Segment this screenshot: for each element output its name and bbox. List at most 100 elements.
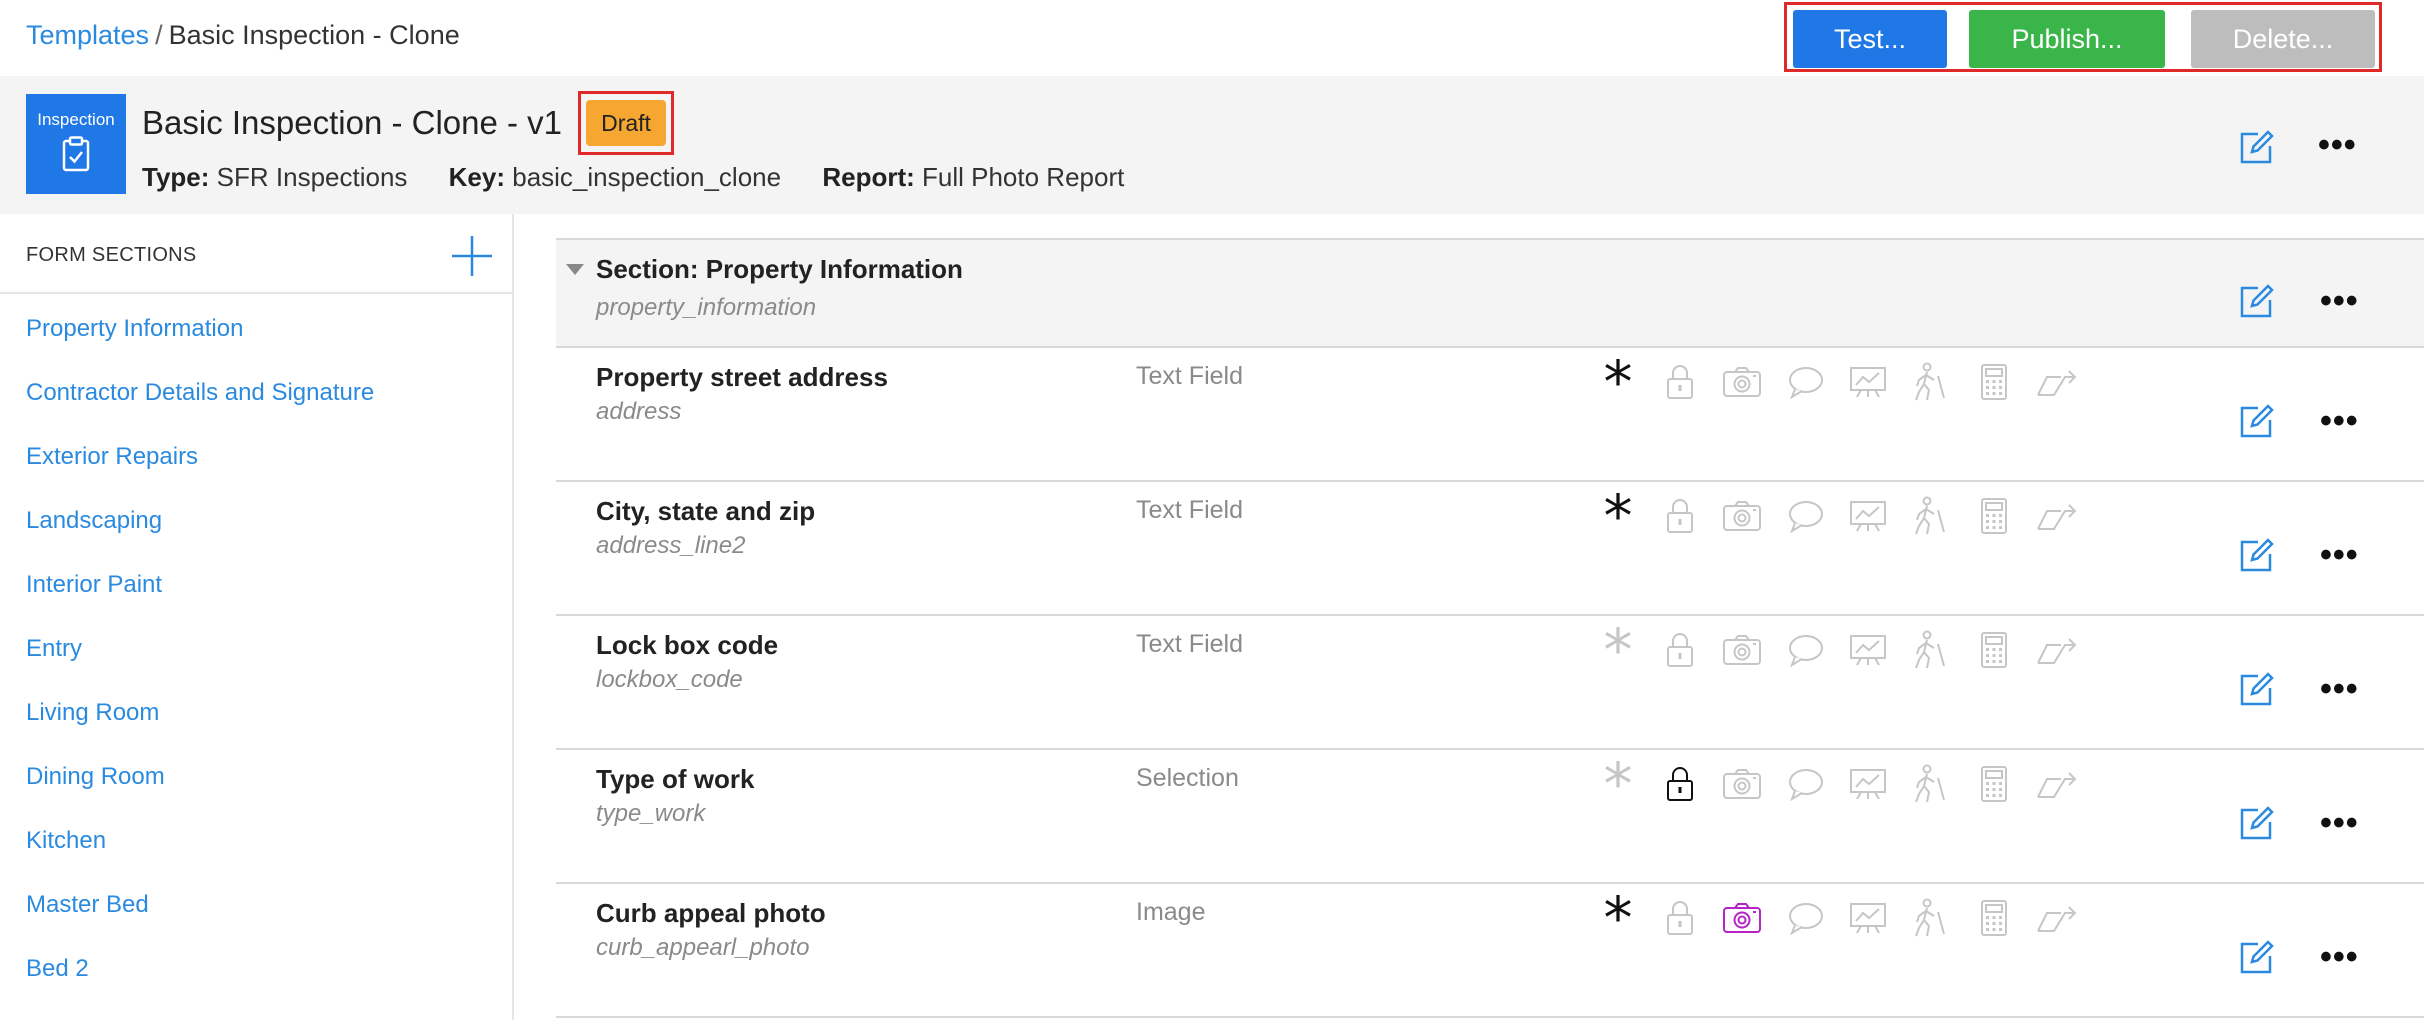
test-button[interactable]: Test... (1793, 10, 1947, 68)
camera-icon[interactable] (1720, 762, 1764, 806)
calculator-icon[interactable] (1972, 360, 2016, 404)
sidebar-item-contractor-details[interactable]: Contractor Details and Signature (0, 376, 514, 440)
chart-icon[interactable] (1846, 896, 1890, 940)
chart-icon[interactable] (1846, 494, 1890, 538)
template-icon-label: Inspection (37, 110, 115, 129)
form-sections-sidebar: FORM SECTIONS Property Information Contr… (0, 214, 514, 1020)
inspector-icon[interactable] (1908, 896, 1952, 940)
inspection-template-icon: Inspection (26, 94, 126, 194)
edit-field-icon[interactable] (2236, 938, 2276, 978)
camera-icon[interactable] (1720, 360, 1764, 404)
field-name: Type of work (596, 764, 755, 794)
sidebar-item-interior-paint[interactable]: Interior Paint (0, 568, 514, 632)
field-more-options-icon[interactable]: ••• (2320, 672, 2359, 706)
lock-icon[interactable] (1658, 896, 1702, 940)
key-value: basic_inspection_clone (512, 162, 782, 192)
comment-icon[interactable] (1784, 494, 1828, 538)
add-section-icon[interactable] (450, 234, 494, 278)
field-type: Text Field (1136, 362, 1243, 390)
sidebar-item-bed-2[interactable]: Bed 2 (0, 952, 514, 1016)
field-more-options-icon[interactable]: ••• (2320, 940, 2359, 974)
required-star-icon[interactable]: * (1596, 353, 1640, 411)
inspector-icon[interactable] (1908, 494, 1952, 538)
sidebar-item-entry[interactable]: Entry (0, 632, 514, 696)
sidebar-item-exterior-repairs[interactable]: Exterior Repairs (0, 440, 514, 504)
edit-field-icon[interactable] (2236, 804, 2276, 844)
comment-icon[interactable] (1784, 628, 1828, 672)
collapse-section-icon[interactable] (566, 264, 584, 275)
calculator-icon[interactable] (1972, 762, 2016, 806)
field-key: curb_appearl_photo (596, 934, 810, 961)
action-buttons-group: Test... Publish... Delete... (1784, 2, 2382, 72)
section-more-options-icon[interactable]: ••• (2320, 284, 2359, 318)
delete-button[interactable]: Delete... (2191, 10, 2375, 68)
sidebar-item-living-room[interactable]: Living Room (0, 696, 514, 760)
field-type: Image (1136, 898, 1206, 926)
sidebar-item-dining-room[interactable]: Dining Room (0, 760, 514, 824)
inspector-icon[interactable] (1908, 628, 1952, 672)
comment-icon[interactable] (1784, 360, 1828, 404)
sidebar-item-landscaping[interactable]: Landscaping (0, 504, 514, 568)
flag-icon[interactable] (2034, 628, 2078, 672)
required-star-icon[interactable]: * (1596, 487, 1640, 545)
sidebar-item-kitchen[interactable]: Kitchen (0, 824, 514, 888)
key-label: Key: (448, 162, 505, 192)
lock-icon[interactable] (1658, 360, 1702, 404)
inspector-icon[interactable] (1908, 360, 1952, 404)
chart-icon[interactable] (1846, 762, 1890, 806)
inspector-icon[interactable] (1908, 762, 1952, 806)
flag-icon[interactable] (2034, 494, 2078, 538)
comment-icon[interactable] (1784, 896, 1828, 940)
calculator-icon[interactable] (1972, 896, 2016, 940)
comment-icon[interactable] (1784, 762, 1828, 806)
calculator-icon[interactable] (1972, 494, 2016, 538)
field-row: Type of work type_work Selection * ••• (556, 750, 2424, 884)
required-star-icon[interactable]: * (1596, 889, 1640, 947)
camera-icon[interactable] (1720, 494, 1764, 538)
sidebar-heading: FORM SECTIONS (26, 244, 197, 266)
field-type: Selection (1136, 764, 1239, 792)
chart-icon[interactable] (1846, 360, 1890, 404)
lock-icon[interactable] (1658, 494, 1702, 538)
sidebar-item-master-bed[interactable]: Master Bed (0, 888, 514, 952)
field-key: lockbox_code (596, 666, 743, 693)
breadcrumb-current: Basic Inspection - Clone (168, 20, 460, 50)
field-row: Lock box code lockbox_code Text Field * ••• (556, 616, 2424, 750)
field-more-options-icon[interactable]: ••• (2320, 538, 2359, 572)
status-badge: Draft (586, 100, 666, 146)
breadcrumb-separator: / (155, 20, 163, 50)
lock-icon[interactable] (1658, 628, 1702, 672)
required-star-icon[interactable]: * (1596, 755, 1640, 813)
clipboard-icon (62, 136, 90, 172)
draft-highlight: Draft (578, 91, 674, 155)
field-name: Property street address (596, 362, 888, 392)
required-star-icon[interactable]: * (1596, 621, 1640, 679)
edit-field-icon[interactable] (2236, 536, 2276, 576)
sidebar-item-property-information[interactable]: Property Information (0, 312, 514, 376)
breadcrumb-templates-link[interactable]: Templates (26, 20, 149, 50)
camera-icon[interactable] (1720, 896, 1764, 940)
flag-icon[interactable] (2034, 762, 2078, 806)
type-value: SFR Inspections (216, 162, 408, 192)
section-title: Section: Property Information (596, 254, 963, 284)
edit-section-icon[interactable] (2236, 282, 2276, 322)
more-options-icon[interactable]: ••• (2318, 128, 2357, 162)
edit-template-icon[interactable] (2236, 128, 2276, 168)
chart-icon[interactable] (1846, 628, 1890, 672)
publish-button[interactable]: Publish... (1969, 10, 2165, 68)
edit-field-icon[interactable] (2236, 670, 2276, 710)
field-row: City, state and zip address_line2 Text Fie… (556, 482, 2424, 616)
field-row: Curb appeal photo curb_appearl_photo Image… (556, 884, 2424, 1018)
sidebar-header: FORM SECTIONS (0, 214, 514, 294)
field-more-options-icon[interactable]: ••• (2320, 404, 2359, 438)
flag-icon[interactable] (2034, 896, 2078, 940)
calculator-icon[interactable] (1972, 628, 2016, 672)
field-more-options-icon[interactable]: ••• (2320, 806, 2359, 840)
edit-field-icon[interactable] (2236, 402, 2276, 442)
camera-icon[interactable] (1720, 628, 1764, 672)
field-key: address (596, 398, 682, 425)
sidebar-list: Property Information Contractor Details … (0, 312, 514, 1016)
lock-icon[interactable] (1658, 762, 1702, 806)
flag-icon[interactable] (2034, 360, 2078, 404)
report-value: Full Photo Report (922, 162, 1125, 192)
